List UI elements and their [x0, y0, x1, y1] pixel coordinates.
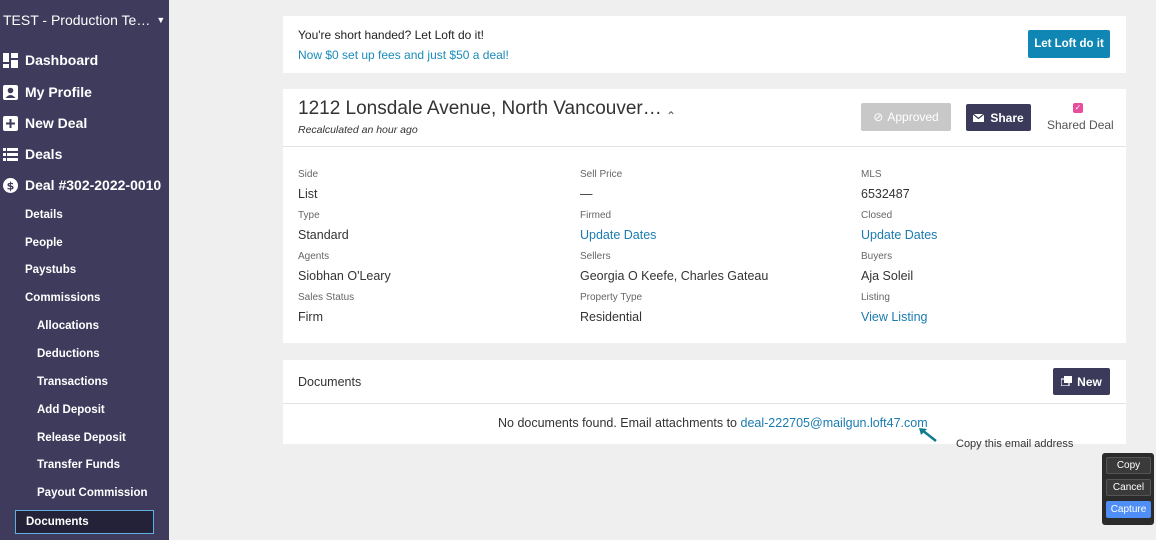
- sidebar-item-deals[interactable]: Deals: [3, 144, 62, 164]
- sidebar-item-documents[interactable]: Documents: [15, 510, 154, 534]
- new-document-button[interactable]: New: [1053, 368, 1110, 395]
- field-label-sellers: Sellers: [580, 251, 611, 262]
- view-listing-link[interactable]: View Listing: [861, 310, 927, 324]
- cancel-button[interactable]: Cancel: [1106, 479, 1151, 496]
- deal-recalculated-note: Recalculated an hour ago: [298, 124, 418, 136]
- sidebar-item-payout-commission[interactable]: Payout Commission: [37, 487, 148, 499]
- sidebar-item-commissions[interactable]: Commissions: [25, 292, 100, 304]
- field-value-property-type: Residential: [580, 310, 642, 324]
- promo-headline: You're short handed? Let Loft do it!: [298, 28, 484, 42]
- profile-icon: [3, 84, 18, 100]
- field-label-firmed: Firmed: [580, 210, 612, 221]
- sidebar-item-people[interactable]: People: [25, 237, 63, 249]
- deal-title: 1212 Lonsdale Avenue, North Vancouver…: [298, 98, 662, 119]
- plus-icon: [3, 115, 18, 131]
- field-value-side: List: [298, 187, 318, 201]
- approved-button: ⊘ Approved: [861, 103, 951, 131]
- documents-empty-text: No documents found. Email attachments to: [498, 416, 741, 430]
- envelope-icon: [972, 111, 985, 125]
- chevron-up-icon[interactable]: ⌃: [666, 109, 676, 123]
- check-circle-icon: ⊘: [873, 110, 884, 124]
- field-value-sell-price: —: [580, 187, 593, 201]
- sidebar-item-label: Deal #302-2022-0010: [25, 177, 162, 193]
- approved-label: Approved: [887, 110, 939, 124]
- field-label-closed: Closed: [861, 210, 893, 221]
- dashboard-icon: [3, 52, 18, 68]
- new-document-icon: [1060, 375, 1073, 389]
- promo-banner: You're short handed? Let Loft do it! Now…: [283, 16, 1126, 73]
- org-name: TEST - Production Te…: [3, 12, 151, 28]
- field-label-mls: MLS: [861, 169, 882, 180]
- pointer-arrow-icon: [919, 428, 937, 442]
- let-loft-do-it-button[interactable]: Let Loft do it: [1028, 30, 1110, 58]
- documents-title: Documents: [298, 375, 362, 389]
- sidebar-item-label: My Profile: [25, 84, 92, 100]
- copy-email-hint: Copy this email address: [956, 438, 1074, 450]
- sidebar-item-add-deposit[interactable]: Add Deposit: [37, 404, 105, 416]
- field-label-property-type: Property Type: [580, 292, 643, 303]
- field-value-agents: Siobhan O'Leary: [298, 269, 391, 283]
- sidebar-item-release-deposit[interactable]: Release Deposit: [37, 432, 126, 444]
- sidebar-item-label: New Deal: [25, 115, 88, 131]
- capture-tool-panel: Copy Cancel Capture: [1102, 453, 1154, 525]
- field-label-side: Side: [298, 169, 319, 180]
- shared-deal-checkbox[interactable]: ✓: [1073, 103, 1083, 113]
- capture-button[interactable]: Capture: [1106, 501, 1151, 518]
- field-value-buyers: Aja Soleil: [861, 269, 914, 283]
- documents-email-link[interactable]: deal-222705@mailgun.loft47.com: [741, 416, 928, 430]
- sidebar-item-my-profile[interactable]: My Profile: [3, 82, 92, 102]
- sidebar: TEST - Production Te… ▼ Dashboard My Prof…: [0, 0, 169, 540]
- sidebar-item-transfer-funds[interactable]: Transfer Funds: [37, 459, 120, 471]
- promo-pricing-link[interactable]: Now $0 set up fees and just $50 a deal!: [298, 48, 509, 62]
- field-label-listing: Listing: [861, 292, 890, 303]
- sidebar-item-deductions[interactable]: Deductions: [37, 348, 100, 360]
- field-label-agents: Agents: [298, 251, 330, 262]
- field-label-sell-price: Sell Price: [580, 169, 623, 180]
- new-label: New: [1077, 374, 1102, 389]
- sidebar-item-dashboard[interactable]: Dashboard: [3, 50, 98, 70]
- sidebar-item-paystubs[interactable]: Paystubs: [25, 264, 76, 276]
- field-label-sales-status: Sales Status: [298, 292, 355, 303]
- svg-text:$: $: [7, 179, 15, 192]
- shared-deal-label: Shared Deal: [1047, 118, 1114, 132]
- sidebar-item-current-deal[interactable]: $ Deal #302-2022-0010: [3, 175, 161, 195]
- list-icon: [3, 147, 18, 162]
- share-button[interactable]: Share: [966, 104, 1031, 131]
- field-value-mls: 6532487: [861, 187, 910, 201]
- sidebar-item-transactions[interactable]: Transactions: [37, 376, 108, 388]
- documents-empty-message: No documents found. Email attachments to…: [498, 416, 928, 430]
- field-label-buyers: Buyers: [861, 251, 893, 262]
- field-value-sellers: Georgia O Keefe, Charles Gateau: [580, 269, 769, 283]
- share-label: Share: [990, 110, 1024, 125]
- deal-header: 1212 Lonsdale Avenue, North Vancouver… R…: [283, 89, 1126, 147]
- sidebar-item-label: Deals: [25, 146, 63, 162]
- sidebar-item-label: Dashboard: [25, 52, 99, 68]
- documents-card: Documents New No documents found. Email …: [283, 360, 1126, 444]
- documents-header: Documents New: [283, 360, 1126, 404]
- field-value-sales-status: Firm: [298, 310, 323, 324]
- deal-card: 1212 Lonsdale Avenue, North Vancouver… R…: [283, 89, 1126, 343]
- sidebar-item-allocations[interactable]: Allocations: [37, 320, 99, 332]
- field-value-type: Standard: [298, 228, 349, 242]
- closed-update-dates-link[interactable]: Update Dates: [861, 228, 937, 242]
- org-switcher[interactable]: TEST - Production Te… ▼: [3, 12, 165, 28]
- caret-down-icon: ▼: [156, 15, 166, 25]
- sidebar-item-details[interactable]: Details: [25, 209, 63, 221]
- dollar-icon: $: [3, 177, 18, 193]
- firmed-update-dates-link[interactable]: Update Dates: [580, 228, 656, 242]
- field-label-type: Type: [298, 210, 320, 221]
- copy-button[interactable]: Copy: [1106, 457, 1151, 474]
- sidebar-item-new-deal[interactable]: New Deal: [3, 113, 87, 133]
